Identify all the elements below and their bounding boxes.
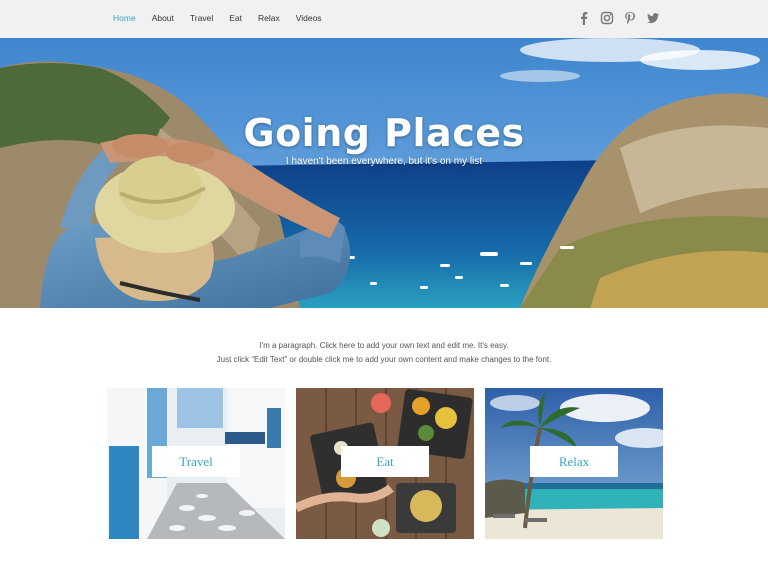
card-label-relax: Relax [530,446,618,477]
intro-paragraph[interactable]: I'm a paragraph. Click here to add your … [0,339,768,367]
card-relax[interactable]: Relax [485,388,663,539]
hero-subtitle: I haven't been everywhere, but it's on m… [285,156,483,167]
hero-title: Going Places [243,111,525,155]
nav-item-travel[interactable]: Travel [190,13,213,23]
facebook-icon[interactable] [577,11,591,25]
pinterest-icon[interactable] [623,11,637,25]
social-links [577,11,660,25]
card-label-eat: Eat [341,446,429,477]
top-navigation-bar: Home About Travel Eat Relax Videos [0,0,768,39]
twitter-icon[interactable] [646,11,660,25]
card-label-travel: Travel [152,446,240,477]
intro-line-1: I'm a paragraph. Click here to add your … [259,341,509,350]
card-travel[interactable]: Travel [107,388,285,539]
nav-item-eat[interactable]: Eat [229,13,242,23]
main-menu: Home About Travel Eat Relax Videos [113,13,338,23]
nav-item-relax[interactable]: Relax [258,13,280,23]
card-eat[interactable]: Eat [296,388,474,539]
nav-item-videos[interactable]: Videos [296,13,322,23]
nav-item-about[interactable]: About [152,13,174,23]
hero-background-image [0,38,768,308]
hero-banner: Going Places I haven't been everywhere, … [0,38,768,308]
intro-line-2: Just click “Edit Text” or double click m… [216,355,552,364]
instagram-icon[interactable] [600,11,614,25]
nav-item-home[interactable]: Home [113,13,136,23]
